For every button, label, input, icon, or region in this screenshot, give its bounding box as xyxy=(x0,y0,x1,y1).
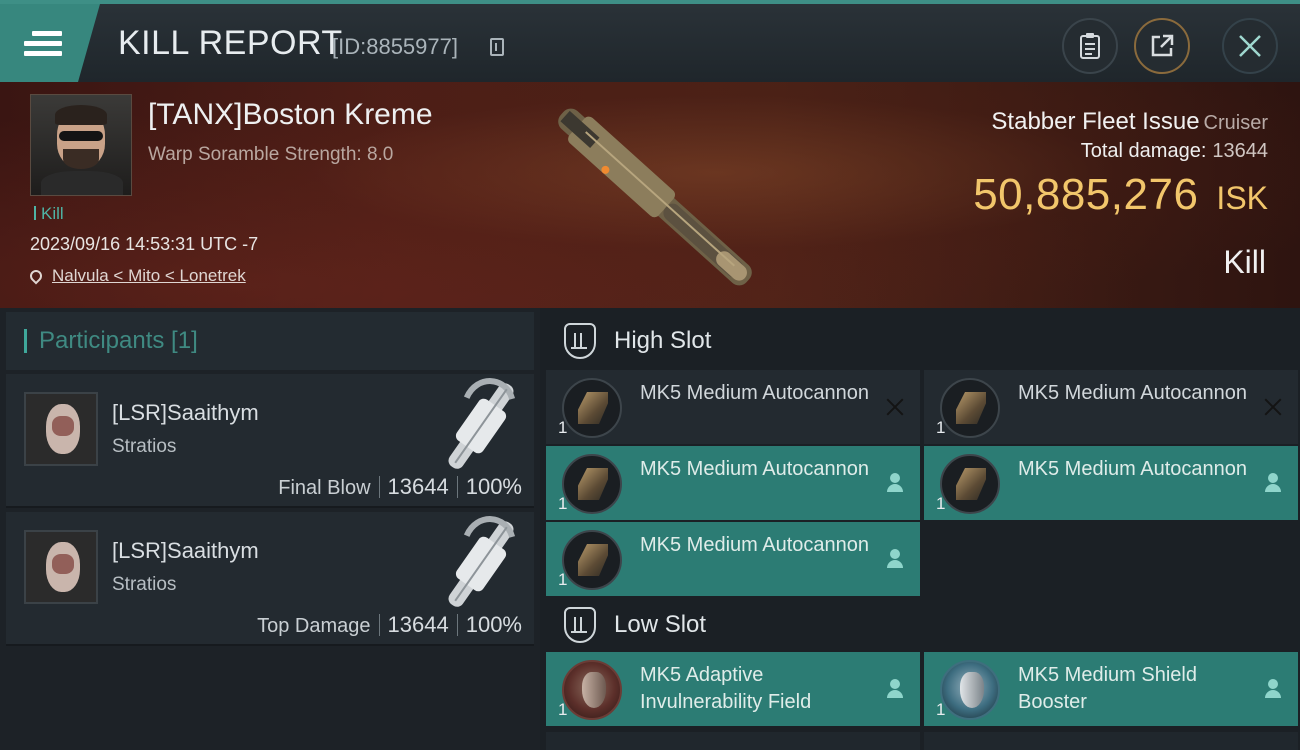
participant-stats: Top Damage 13644 100% xyxy=(257,612,522,638)
autocannon-icon xyxy=(940,454,1000,514)
participant-damage: 13644 xyxy=(387,474,449,499)
menu-button[interactable] xyxy=(0,4,100,82)
participant-avatar xyxy=(24,530,98,604)
module-name: MK5 Medium Autocannon xyxy=(1018,458,1248,480)
total-damage-label: Total damage: xyxy=(1080,140,1207,162)
top-bar: KILL REPORT [ID:8855977] xyxy=(0,0,1300,82)
participant-name: [LSR]Saaithym xyxy=(112,400,259,425)
dropped-user-icon xyxy=(884,678,906,700)
low-slot-icon xyxy=(564,607,596,643)
module-quantity: 1 xyxy=(936,700,946,719)
invulnerability-field-icon xyxy=(562,660,622,720)
dropped-user-icon xyxy=(1262,472,1284,494)
participant-percent: 100% xyxy=(465,612,522,637)
report-id: [ID:8855977] xyxy=(332,34,458,59)
low-slot-label: Low Slot xyxy=(614,611,707,638)
location-link[interactable]: Nalvula < Mito < Lonetrek xyxy=(52,266,246,285)
destroyed-icon xyxy=(1262,396,1284,418)
module-item[interactable]: 1 MK5 Medium Autocannon xyxy=(546,446,920,520)
participants-header[interactable]: Participants [1] xyxy=(6,312,534,370)
module-name: MK5 Medium Autocannon xyxy=(1018,382,1248,404)
module-item[interactable]: 1 MK5 Adaptive Invulnerability Field xyxy=(546,652,920,726)
warp-scramble-strength: Warp Soramble Strength: 8.0 xyxy=(148,144,394,165)
location-pin-icon xyxy=(27,267,45,285)
close-button[interactable] xyxy=(1222,18,1278,74)
autocannon-icon xyxy=(940,378,1000,438)
isk-amount: 50,885,276 xyxy=(973,170,1199,219)
module-item-partial[interactable] xyxy=(546,732,920,750)
participants-title: Participants [1] xyxy=(39,327,198,354)
autocannon-icon xyxy=(562,454,622,514)
hamburger-icon xyxy=(24,26,62,61)
high-slot-label: High Slot xyxy=(614,327,712,354)
high-slot-header: High Slot xyxy=(546,310,1300,372)
participant-damage: 13644 xyxy=(387,612,449,637)
kill-location[interactable]: Nalvula < Mito < Lonetrek xyxy=(27,266,246,286)
dropped-user-icon xyxy=(884,472,906,494)
victim-name[interactable]: [TANX]Boston Kreme xyxy=(148,98,433,132)
kill-datetime: 2023/09/16 14:53:31 UTC -7 xyxy=(30,234,259,254)
module-item-partial[interactable] xyxy=(924,732,1298,750)
module-name: MK5 Medium Shield Booster xyxy=(1018,664,1197,713)
participant-stats: Final Blow 13644 100% xyxy=(278,474,522,500)
clipboard-icon xyxy=(1080,33,1100,59)
participant-ship: Stratios xyxy=(112,436,177,457)
module-item[interactable]: 1 MK5 Medium Autocannon xyxy=(546,522,920,596)
page-title: KILL REPORT xyxy=(118,24,343,62)
dropped-user-icon xyxy=(884,548,906,570)
low-slot-header: Low Slot xyxy=(546,594,1300,656)
kill-tag: Kill xyxy=(34,204,64,224)
participants-panel: Participants [1] [LSR]Saaithym Stratios … xyxy=(0,308,540,750)
module-name: MK5 Adaptive Invulnerability Field xyxy=(640,664,812,713)
shield-booster-icon xyxy=(940,660,1000,720)
victim-portrait[interactable] xyxy=(30,94,132,196)
result-label: Kill xyxy=(1223,244,1266,280)
participant-avatar xyxy=(24,392,98,466)
copy-icon[interactable] xyxy=(490,38,504,56)
victim-ship-class: Cruiser xyxy=(1203,112,1268,134)
victim-ship-name[interactable]: Stabber Fleet Issue xyxy=(991,108,1199,135)
module-quantity: 1 xyxy=(558,700,568,719)
share-icon xyxy=(1151,34,1174,57)
victim-ship-line: Stabber Fleet Issue Cruiser xyxy=(991,108,1268,136)
fitting-panel: High Slot 1 MK5 Medium Autocannon 1 MK5 … xyxy=(540,308,1300,750)
participant-ship: Stratios xyxy=(112,574,177,595)
victim-ship-image xyxy=(558,108,752,286)
participant-row[interactable]: [LSR]Saaithym Stratios Top Damage 13644 10… xyxy=(6,512,534,646)
participant-ship-image xyxy=(448,378,516,469)
module-name: MK5 Medium Autocannon xyxy=(640,382,870,404)
destroyed-icon xyxy=(884,396,906,418)
module-name: MK5 Medium Autocannon xyxy=(640,534,870,556)
participant-name: [LSR]Saaithym xyxy=(112,538,259,563)
autocannon-icon xyxy=(562,530,622,590)
module-quantity: 1 xyxy=(558,494,568,513)
autocannon-icon xyxy=(562,378,622,438)
victim-banner: [TANX]Boston Kreme Warp Soramble Strengt… xyxy=(0,82,1300,308)
module-item[interactable]: 1 MK5 Medium Autocannon xyxy=(546,370,920,444)
dropped-user-icon xyxy=(1262,678,1284,700)
clipboard-button[interactable] xyxy=(1062,18,1118,74)
participant-role: Final Blow xyxy=(278,477,371,499)
module-item[interactable]: 1 MK5 Medium Autocannon xyxy=(924,370,1298,444)
module-quantity: 1 xyxy=(936,494,946,513)
module-quantity: 1 xyxy=(558,418,568,437)
isk-unit: ISK xyxy=(1216,180,1268,216)
module-item[interactable]: 1 MK5 Medium Shield Booster xyxy=(924,652,1298,726)
total-damage-value: 13644 xyxy=(1212,140,1268,162)
participant-row[interactable]: [LSR]Saaithym Stratios Final Blow 13644 10… xyxy=(6,374,534,508)
close-icon xyxy=(1239,35,1261,57)
module-name: MK5 Medium Autocannon xyxy=(640,458,870,480)
participant-ship-image xyxy=(448,516,516,607)
module-quantity: 1 xyxy=(558,570,568,589)
module-quantity: 1 xyxy=(936,418,946,437)
isk-value: 50,885,276 ISK xyxy=(973,170,1268,220)
participant-role: Top Damage xyxy=(257,615,371,637)
participant-percent: 100% xyxy=(465,474,522,499)
module-item[interactable]: 1 MK5 Medium Autocannon xyxy=(924,446,1298,520)
total-damage: Total damage: 13644 xyxy=(1081,140,1268,163)
high-slot-icon xyxy=(564,323,596,359)
share-button[interactable] xyxy=(1134,18,1190,74)
